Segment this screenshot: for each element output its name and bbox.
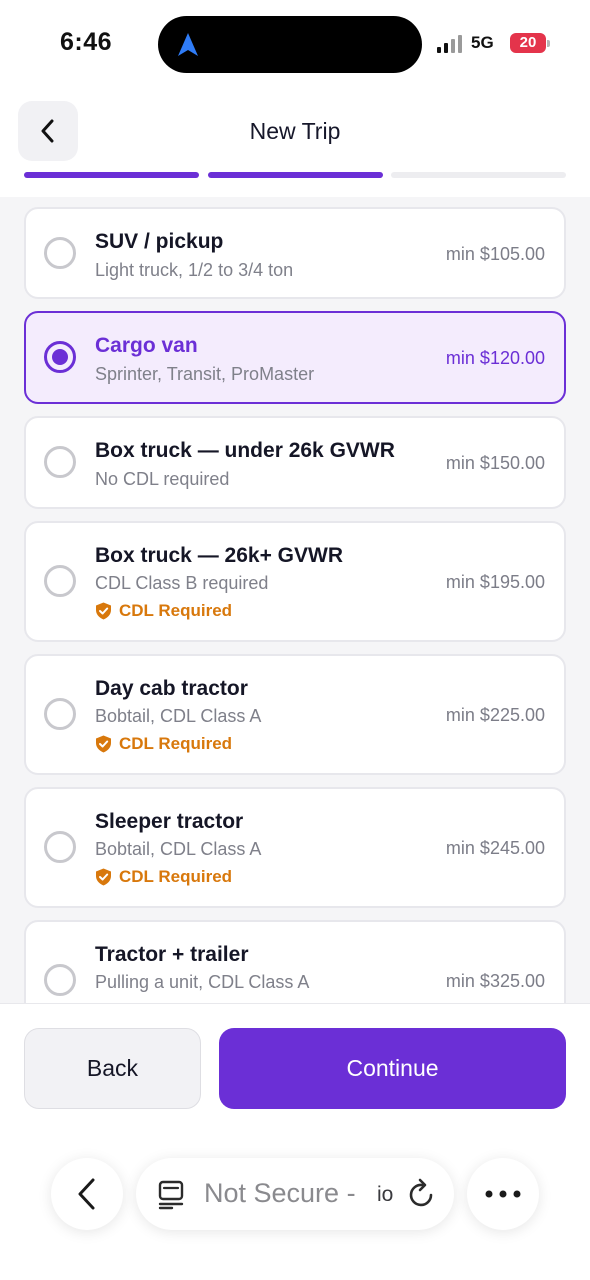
vehicle-option-cargo-van[interactable]: Cargo van Sprinter, Transit, ProMaster m… [24, 311, 566, 404]
cdl-required-label: CDL Required [119, 734, 233, 753]
vehicle-title: Sleeper tractor [95, 810, 244, 833]
progress-step-1 [24, 172, 199, 178]
reload-icon[interactable] [407, 1178, 437, 1210]
page-title: New Trip [249, 118, 341, 144]
vehicle-subtitle: Bobtail, CDL Class A [95, 839, 262, 859]
cdl-required-label: CDL Required [119, 867, 233, 886]
radio-button[interactable] [44, 964, 76, 996]
vehicle-option-box-truck-26k-plus[interactable]: Box truck — 26k+ GVWR CDL Class B requir… [24, 521, 566, 642]
vehicle-title: SUV / pickup [95, 230, 224, 253]
continue-button[interactable]: Continue [219, 1028, 566, 1109]
progress-step-2 [208, 172, 383, 178]
browser-back-button[interactable] [51, 1158, 123, 1230]
back-button[interactable]: Back [24, 1028, 201, 1109]
signal-icon [437, 35, 462, 53]
vehicle-option-suv-pickup[interactable]: SUV / pickup Light truck, 1/2 to 3/4 ton… [24, 207, 566, 299]
chevron-left-icon [78, 1178, 95, 1210]
vehicle-price: min $245.00 [445, 838, 545, 858]
status-time: 6:46 [60, 28, 113, 56]
more-dots-icon [485, 1190, 521, 1198]
header: New Trip [0, 100, 590, 164]
cdl-required-badge: CDL Required [95, 734, 232, 754]
step-progress [24, 172, 566, 179]
dynamic-island [158, 16, 422, 73]
url-domain-text: io [377, 1183, 394, 1206]
location-arrow-icon [178, 33, 198, 56]
vehicle-option-sleeper-tractor[interactable]: Sleeper tractor Bobtail, CDL Class A CDL… [24, 787, 566, 908]
vehicle-subtitle: Light truck, 1/2 to 3/4 ton [95, 260, 294, 280]
vehicle-price: min $120.00 [445, 348, 545, 368]
cdl-required-badge: CDL Required [95, 601, 232, 621]
page-info-icon [158, 1180, 184, 1210]
shield-check-icon [96, 868, 111, 886]
radio-dot [52, 349, 68, 365]
vehicle-price: min $105.00 [445, 244, 545, 264]
vehicle-price: min $150.00 [445, 453, 545, 473]
radio-button[interactable] [44, 446, 76, 478]
footer-divider [0, 1003, 590, 1004]
shield-check-icon [96, 602, 111, 620]
radio-button[interactable] [44, 237, 76, 269]
browser-more-button[interactable] [467, 1158, 539, 1230]
cdl-required-badge: CDL Required [95, 867, 232, 887]
vehicle-price: min $195.00 [445, 572, 545, 592]
vehicle-subtitle: Bobtail, CDL Class A [95, 706, 262, 726]
radio-button[interactable] [44, 565, 76, 597]
cdl-required-label: CDL Required [119, 601, 233, 620]
vehicle-subtitle: No CDL required [95, 469, 230, 489]
battery-indicator: 20 [510, 33, 550, 53]
progress-step-3 [391, 172, 566, 178]
vehicle-subtitle: Sprinter, Transit, ProMaster [95, 364, 315, 384]
radio-button-selected[interactable] [44, 341, 76, 373]
vehicle-list[interactable]: SUV / pickup Light truck, 1/2 to 3/4 ton… [0, 197, 590, 1003]
vehicle-option-day-cab-tractor[interactable]: Day cab tractor Bobtail, CDL Class A CDL… [24, 654, 566, 775]
vehicle-title: Box truck — under 26k GVWR [95, 439, 395, 462]
vehicle-option-box-truck-under-26k[interactable]: Box truck — under 26k GVWR No CDL requir… [24, 416, 566, 509]
vehicle-title: Cargo van [95, 334, 198, 357]
browser-toolbar: Not Secure - io [0, 1140, 590, 1280]
address-bar[interactable]: Not Secure - io [136, 1158, 454, 1230]
vehicle-price: min $325.00 [445, 971, 545, 991]
vehicle-title: Day cab tractor [95, 677, 248, 700]
vehicle-title: Box truck — 26k+ GVWR [95, 544, 343, 567]
network-label: 5G [471, 33, 494, 52]
vehicle-subtitle: CDL Class B required [95, 573, 269, 593]
shield-check-icon [96, 735, 111, 753]
radio-button[interactable] [44, 698, 76, 730]
vehicle-price: min $225.00 [445, 705, 545, 725]
status-bar: 6:46 5G 20 [0, 0, 590, 90]
url-security-text: Not Secure - [204, 1178, 356, 1208]
radio-button[interactable] [44, 831, 76, 863]
vehicle-subtitle: Pulling a unit, CDL Class A [95, 972, 310, 992]
vehicle-option-tractor-trailer[interactable]: Tractor + trailer Pulling a unit, CDL Cl… [24, 920, 566, 1003]
vehicle-title: Tractor + trailer [95, 943, 249, 966]
